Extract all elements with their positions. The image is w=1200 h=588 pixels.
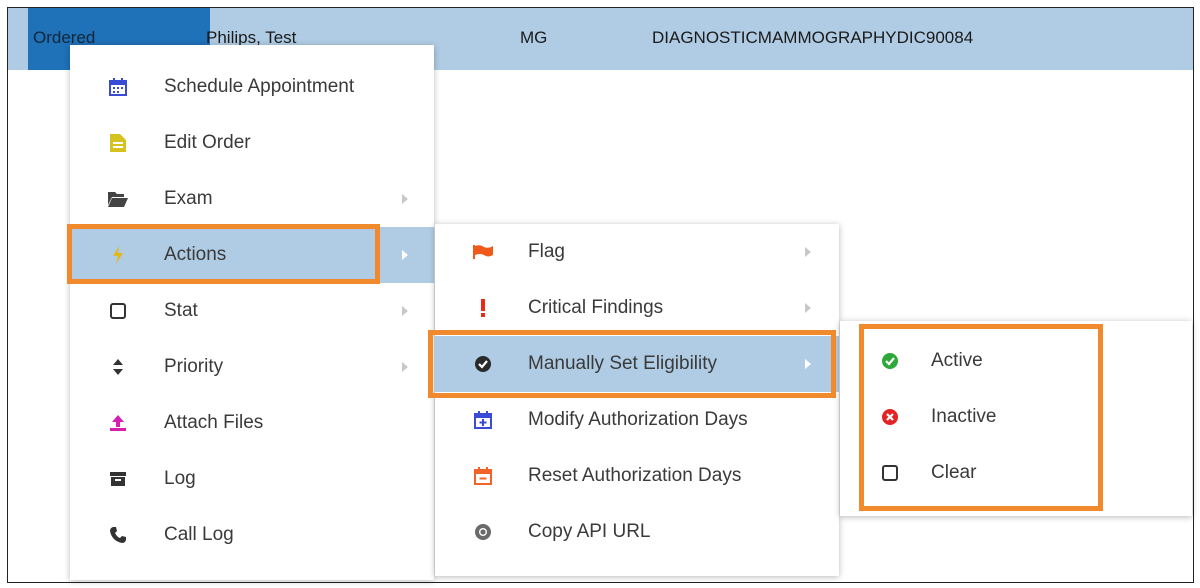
actions-submenu: Flag Critical Findings Manually Set Elig… <box>435 224 839 576</box>
menu-item-edit-order[interactable]: Edit Order <box>70 115 434 171</box>
menu-item-label: Modify Authorization Days <box>528 409 748 430</box>
flag-icon <box>471 240 495 264</box>
chevron-right-icon <box>805 303 811 313</box>
archive-icon <box>106 467 130 491</box>
modality: MG <box>520 28 548 47</box>
menu-item-priority[interactable]: Priority <box>70 339 434 395</box>
chevron-right-icon <box>402 306 408 316</box>
menu-item-clear[interactable]: Clear <box>840 445 1192 501</box>
menu-item-label: Manually Set Eligibility <box>528 353 718 374</box>
chevron-right-icon <box>402 362 408 372</box>
upload-icon <box>106 411 130 435</box>
menu-item-manually-set-eligibility[interactable]: Manually Set Eligibility <box>435 336 839 392</box>
menu-item-modify-authorization-days[interactable]: Modify Authorization Days <box>435 392 839 448</box>
menu-item-label: Copy API URL <box>528 521 651 542</box>
bolt-icon <box>106 243 130 267</box>
menu-item-label: Critical Findings <box>528 297 664 318</box>
menu-item-active[interactable]: Active <box>840 333 1192 389</box>
menu-item-stat[interactable]: Stat <box>70 283 434 339</box>
calendar-minus-icon <box>471 464 495 488</box>
menu-item-label: Actions <box>164 244 227 265</box>
menu-item-schedule-appointment[interactable]: Schedule Appointment <box>70 59 434 115</box>
menu-item-inactive[interactable]: Inactive <box>840 389 1192 445</box>
menu-item-label: Log <box>164 468 196 489</box>
menu-item-label: Reset Authorization Days <box>528 465 742 486</box>
check-circle-icon <box>471 352 495 376</box>
procedure: DIAGNOSTICMAMMOGRAPHYDIC90084 <box>652 28 974 47</box>
menu-item-copy-api-url[interactable]: Copy API URL <box>435 504 839 560</box>
chevron-right-icon <box>805 359 811 369</box>
menu-item-exam[interactable]: Exam <box>70 171 434 227</box>
context-menu: Schedule Appointment Edit Order Exam Act… <box>70 45 434 580</box>
menu-item-flag[interactable]: Flag <box>435 224 839 280</box>
menu-item-label: Flag <box>528 241 565 262</box>
chevron-right-icon <box>402 194 408 204</box>
chevron-right-icon <box>805 247 811 257</box>
menu-item-call-log[interactable]: Call Log <box>70 507 434 563</box>
menu-item-label: Inactive <box>931 406 997 427</box>
calendar-icon <box>106 75 130 99</box>
menu-item-label: Edit Order <box>164 132 251 153</box>
check-circle-green-icon <box>878 349 902 373</box>
menu-item-label: Clear <box>931 462 977 483</box>
menu-item-label: Exam <box>164 188 213 209</box>
x-circle-red-icon <box>878 405 902 429</box>
chrome-icon <box>471 520 495 544</box>
menu-item-label: Active <box>931 350 983 371</box>
menu-item-label: Call Log <box>164 524 234 545</box>
menu-item-critical-findings[interactable]: Critical Findings <box>435 280 839 336</box>
checkbox-empty-icon <box>878 461 902 485</box>
menu-item-attach-files[interactable]: Attach Files <box>70 395 434 451</box>
exclamation-icon <box>471 296 495 320</box>
menu-item-log[interactable]: Log <box>70 451 434 507</box>
phone-icon <box>106 523 130 547</box>
menu-item-actions[interactable]: Actions <box>70 227 434 283</box>
chevron-right-icon <box>402 250 408 260</box>
document-icon <box>106 131 130 155</box>
checkbox-icon <box>106 299 130 323</box>
menu-item-label: Attach Files <box>164 412 264 433</box>
folder-open-icon <box>106 187 130 211</box>
eligibility-submenu: Active Inactive Clear <box>840 321 1192 516</box>
menu-item-reset-authorization-days[interactable]: Reset Authorization Days <box>435 448 839 504</box>
sort-icon <box>106 355 130 379</box>
calendar-plus-icon <box>471 408 495 432</box>
menu-item-label: Stat <box>164 300 198 321</box>
menu-item-label: Priority <box>164 356 224 377</box>
menu-item-label: Schedule Appointment <box>164 76 355 97</box>
